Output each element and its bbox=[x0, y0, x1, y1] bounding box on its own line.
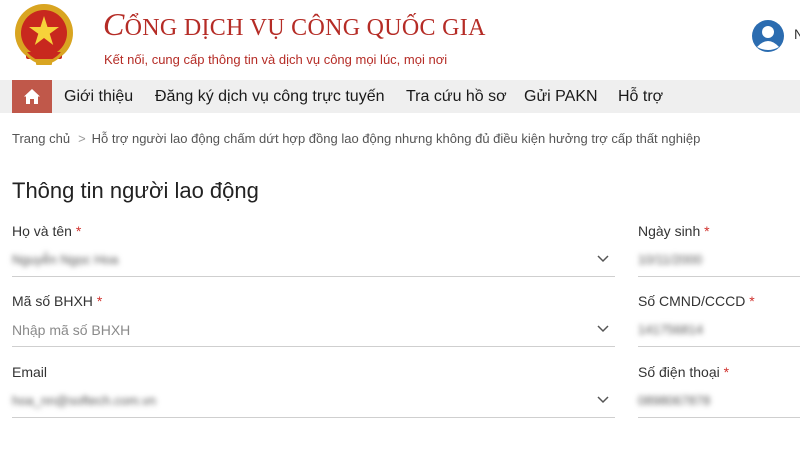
email-value: hoa_nn@softech.com.vn bbox=[12, 393, 157, 408]
required-marker: * bbox=[749, 293, 755, 309]
site-title-initial: C bbox=[103, 6, 125, 42]
required-marker: * bbox=[75, 223, 82, 239]
bhxh-placeholder: Nhập mã số BHXH bbox=[12, 322, 131, 338]
email-label: Email bbox=[12, 364, 48, 380]
full-name-label: Họ và tên * bbox=[12, 223, 81, 239]
site-title-text: ỔNG DỊCH VỤ CÔNG QUỐC GIA bbox=[124, 15, 486, 41]
id-number-label: Số CMND/CCCD * bbox=[638, 293, 755, 309]
nav-item-dang-ky[interactable]: Đăng ký dịch vụ công trực tuyến bbox=[155, 88, 385, 106]
breadcrumb-separator: > bbox=[78, 131, 86, 146]
national-emblem-icon[interactable] bbox=[12, 2, 76, 68]
chevron-down-icon[interactable] bbox=[597, 255, 609, 263]
home-button[interactable] bbox=[12, 80, 52, 113]
chevron-down-icon[interactable] bbox=[597, 325, 609, 333]
required-marker: * bbox=[704, 223, 710, 239]
full-name-field[interactable]: Nguyễn Ngọc Hoa bbox=[12, 245, 615, 277]
nav-item-gioi-thieu[interactable]: Giới thiệu bbox=[64, 88, 133, 106]
user-name[interactable]: N bbox=[794, 26, 800, 42]
dob-label-text: Ngày sinh bbox=[638, 223, 701, 239]
full-name-label-text: Họ và tên bbox=[12, 223, 72, 239]
home-icon bbox=[24, 89, 40, 104]
phone-label: Số điện thoại * bbox=[638, 364, 729, 380]
site-header: CỔNG DỊCH VỤ CÔNG QUỐC GIA Kết nối, cung… bbox=[0, 0, 800, 80]
dob-value: 10/11/2000 bbox=[638, 252, 703, 267]
required-marker: * bbox=[723, 364, 730, 380]
user-avatar-icon[interactable] bbox=[751, 19, 785, 53]
full-name-value: Nguyễn Ngọc Hoa bbox=[12, 252, 119, 267]
bhxh-label-text: Mã số BHXH bbox=[12, 293, 93, 309]
phone-field[interactable]: 0898067878 bbox=[638, 386, 800, 418]
phone-value: 0898067878 bbox=[638, 393, 711, 408]
site-tagline: Kết nối, cung cấp thông tin và dịch vụ c… bbox=[104, 52, 448, 67]
bhxh-field[interactable]: Nhập mã số BHXH bbox=[12, 315, 615, 347]
phone-label-text: Số điện thoại bbox=[638, 364, 720, 380]
dob-label: Ngày sinh * bbox=[638, 223, 710, 239]
chevron-down-icon[interactable] bbox=[597, 396, 609, 404]
email-field[interactable]: hoa_nn@softech.com.vn bbox=[12, 386, 615, 418]
breadcrumb: Trang chủ > Hỗ trợ người lao động chấm dứt… bbox=[12, 131, 700, 146]
page-title: Thông tin người lao động bbox=[12, 178, 259, 203]
breadcrumb-home[interactable]: Trang chủ bbox=[12, 131, 70, 146]
main-nav: Giới thiệu Đăng ký dịch vụ công trực tuy… bbox=[0, 80, 800, 113]
id-number-label-text: Số CMND/CCCD bbox=[638, 293, 746, 309]
bhxh-label: Mã số BHXH * bbox=[12, 293, 102, 309]
nav-item-gui-pakn[interactable]: Gửi PAKN bbox=[524, 88, 598, 106]
id-number-field[interactable]: 141756814 bbox=[638, 315, 800, 347]
required-marker: * bbox=[96, 293, 103, 309]
site-title[interactable]: CỔNG DỊCH VỤ CÔNG QUỐC GIA bbox=[103, 6, 486, 43]
dob-field[interactable]: 10/11/2000 bbox=[638, 245, 800, 277]
breadcrumb-current: Hỗ trợ người lao động chấm dứt hợp đồng … bbox=[91, 131, 701, 146]
nav-item-tra-cuu[interactable]: Tra cứu hồ sơ bbox=[406, 88, 507, 106]
id-number-value: 141756814 bbox=[638, 322, 704, 337]
nav-item-ho-tro[interactable]: Hỗ trợ bbox=[618, 88, 663, 106]
